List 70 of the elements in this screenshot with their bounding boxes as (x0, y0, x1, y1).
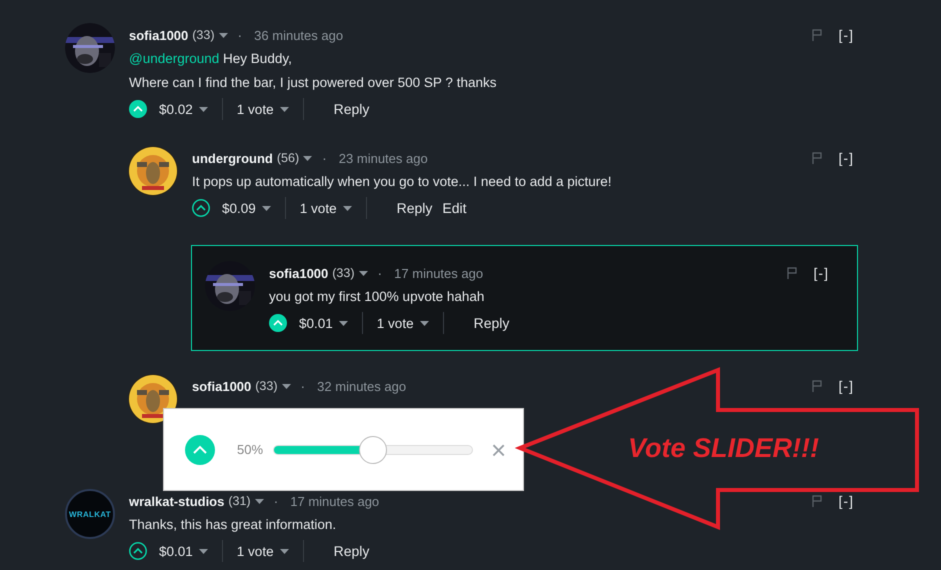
flag-icon[interactable] (786, 267, 798, 279)
vote-count[interactable]: 1 vote (376, 316, 414, 330)
caret-icon[interactable] (282, 384, 290, 388)
collapse-toggle[interactable]: [-] (838, 27, 858, 43)
reputation: (33) (255, 379, 278, 393)
action-link[interactable]: Reply (396, 200, 436, 216)
vote-count[interactable]: 1 vote (236, 102, 274, 116)
collapse-toggle[interactable]: [-] (814, 265, 833, 281)
action-link[interactable]: Reply (334, 101, 374, 117)
payout[interactable]: $0.01 (159, 544, 193, 558)
caret-icon[interactable] (420, 320, 429, 326)
slider-thumb[interactable] (359, 436, 387, 464)
caret-icon[interactable] (218, 32, 228, 38)
author-name[interactable]: underground (192, 150, 273, 166)
separator-dot: · (378, 265, 382, 281)
timestamp[interactable]: 17 minutes ago (290, 494, 380, 508)
timestamp[interactable]: 36 minutes ago (254, 28, 344, 42)
avatar-logo: WRALKAT (65, 489, 115, 539)
separator-dot: · (322, 150, 327, 166)
separator-dot: · (274, 493, 278, 509)
vote-percent: 50% (237, 442, 264, 457)
caret-icon[interactable] (262, 206, 271, 210)
reputation: (33) (332, 266, 354, 280)
collapse-toggle[interactable]: [-] (838, 493, 858, 509)
payout[interactable]: $0.01 (299, 316, 333, 330)
collapse-toggle[interactable]: [-] (838, 150, 858, 166)
caret-icon[interactable] (338, 320, 348, 326)
payout[interactable]: $0.09 (222, 200, 256, 216)
reputation: (33) (192, 28, 214, 42)
caret-icon[interactable] (254, 498, 264, 504)
payout[interactable]: $0.02 (159, 102, 193, 116)
annotation-label: Vote SLIDER!!! (628, 433, 819, 464)
timestamp[interactable]: 17 minutes ago (394, 266, 484, 280)
upvote-icon[interactable] (129, 100, 147, 118)
author-name[interactable]: wralkat-studios (129, 494, 224, 508)
upvote-icon[interactable] (129, 542, 147, 560)
caret-icon[interactable] (303, 156, 312, 160)
flag-icon[interactable] (812, 495, 823, 507)
mention-link[interactable]: @underground (129, 51, 220, 66)
comment-text: @underground Hey Buddy, (129, 50, 293, 68)
caret-icon[interactable] (198, 106, 208, 112)
caret-icon[interactable] (358, 270, 368, 276)
caret-icon[interactable] (280, 548, 289, 554)
comment-text: Where can I find the bar, I just powered over 500 SP ? thanks (129, 74, 498, 92)
caret-icon[interactable] (280, 106, 289, 112)
flag-icon[interactable] (812, 152, 823, 164)
timestamp[interactable]: 23 minutes ago (338, 150, 428, 166)
upvote-icon[interactable] (192, 199, 210, 217)
author-name[interactable]: sofia1000 (192, 378, 252, 394)
collapse-toggle[interactable]: [-] (838, 378, 858, 394)
comment-text: you got my first 100% upvote hahah (269, 288, 486, 306)
vote-count[interactable]: 1 vote (236, 544, 274, 558)
author-name[interactable]: sofia1000 (269, 266, 328, 280)
reputation: (31) (228, 494, 251, 508)
flag-icon[interactable] (812, 380, 823, 392)
upvote-icon[interactable] (269, 314, 287, 332)
author-name[interactable]: sofia1000 (129, 28, 188, 42)
action-link[interactable]: Edit (442, 200, 470, 216)
separator-dot: · (300, 378, 306, 394)
reputation: (56) (276, 151, 300, 165)
comment-text: Thanks, this has great information. (129, 516, 338, 534)
action-link[interactable]: Reply (334, 543, 374, 559)
vote-count[interactable]: 1 vote (300, 200, 337, 216)
action-link[interactable]: Reply (474, 315, 514, 331)
caret-icon[interactable] (198, 548, 208, 554)
caret-icon[interactable] (342, 206, 352, 210)
comment-text: It pops up automatically when you go to vote... I need to add a picture! (192, 173, 613, 191)
flag-icon[interactable] (812, 29, 823, 41)
timestamp[interactable]: 32 minutes ago (317, 378, 406, 394)
separator-dot: · (238, 27, 242, 43)
